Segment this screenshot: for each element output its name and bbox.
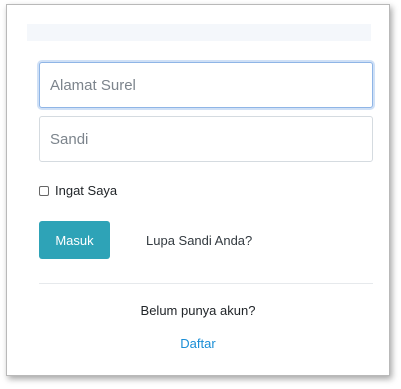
login-button[interactable]: Masuk — [39, 221, 110, 259]
remember-me-row[interactable]: Ingat Saya — [39, 183, 117, 198]
login-card: Ingat Saya Masuk Lupa Sandi Anda? Belum … — [6, 4, 390, 376]
forgot-password-link[interactable]: Lupa Sandi Anda? — [146, 233, 252, 248]
remember-me-label[interactable]: Ingat Saya — [55, 183, 117, 198]
password-field[interactable] — [39, 116, 373, 162]
divider — [39, 283, 373, 284]
register-link[interactable]: Daftar — [7, 336, 389, 351]
email-field[interactable] — [39, 62, 373, 108]
alert-placeholder-strip — [27, 24, 371, 41]
remember-me-checkbox[interactable] — [39, 185, 49, 196]
no-account-text: Belum punya akun? — [140, 303, 256, 318]
